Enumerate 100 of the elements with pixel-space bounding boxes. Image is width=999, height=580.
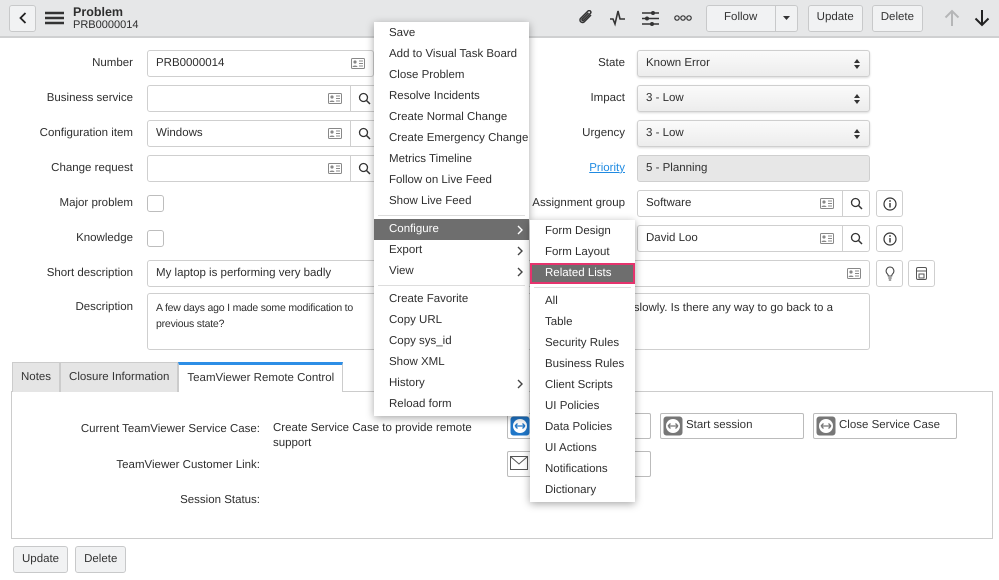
description-text: A few days ago I made some modification to previous state? bbox=[156, 301, 354, 332]
menu-item[interactable]: Client Scripts bbox=[530, 375, 635, 396]
menu-item[interactable]: Security Rules bbox=[530, 333, 635, 354]
field-label: Business service bbox=[46, 90, 133, 106]
menu-item[interactable]: Data Policies bbox=[530, 417, 635, 438]
menu-item[interactable]: Copy sys_id bbox=[374, 331, 529, 352]
field-value: My laptop is performing very badly bbox=[156, 266, 332, 281]
menu-item[interactable]: Add to Visual Task Board bbox=[374, 44, 529, 65]
menu-item[interactable]: Configure bbox=[374, 219, 529, 240]
field-label: State bbox=[598, 56, 625, 69]
menu-item[interactable]: Create Favorite bbox=[374, 289, 529, 310]
menu-item[interactable]: Dictionary bbox=[530, 480, 635, 501]
teamviewer-button[interactable]: Close Service Case bbox=[813, 413, 957, 439]
field-value: David Loo bbox=[646, 230, 698, 246]
reference-icon[interactable] bbox=[820, 197, 834, 210]
select-field[interactable]: Known Error bbox=[637, 50, 870, 77]
select-arrows-icon bbox=[853, 58, 861, 68]
field-label-link[interactable]: Priority bbox=[589, 162, 625, 174]
menu-item[interactable]: Reload form bbox=[374, 394, 529, 415]
reference-field[interactable] bbox=[147, 155, 351, 182]
menu-item[interactable]: Related Lists bbox=[530, 263, 635, 284]
search-button[interactable] bbox=[843, 225, 870, 252]
select-field[interactable]: 3 - Low bbox=[637, 120, 870, 147]
info-button[interactable] bbox=[876, 190, 903, 217]
reference-icon[interactable] bbox=[328, 92, 342, 105]
menu-item[interactable]: Business Rules bbox=[530, 354, 635, 375]
reference-field[interactable]: Windows bbox=[147, 120, 351, 147]
activity-icon[interactable] bbox=[610, 10, 628, 26]
reference-field[interactable]: Software bbox=[637, 190, 843, 217]
menu-item[interactable]: Notifications bbox=[530, 459, 635, 480]
field-value: 3 - Low bbox=[646, 126, 684, 141]
search-icon bbox=[850, 197, 862, 210]
field-value: 3 - Low bbox=[646, 90, 684, 106]
info-icon bbox=[882, 196, 896, 210]
update-button[interactable]: Update bbox=[13, 546, 68, 573]
record-number: PRB0000014 bbox=[73, 18, 138, 30]
menu-item[interactable]: UI Actions bbox=[530, 438, 635, 459]
search-icon bbox=[358, 162, 370, 175]
field-label: Session Status: bbox=[179, 493, 260, 508]
menu-item[interactable]: Export bbox=[374, 240, 529, 261]
field-value: PRB0000014 bbox=[156, 56, 224, 71]
info-button[interactable] bbox=[876, 225, 903, 252]
field-label: Change request bbox=[50, 160, 133, 176]
reference-field[interactable]: David Loo bbox=[637, 225, 843, 252]
template-button[interactable] bbox=[908, 260, 935, 287]
reference-icon[interactable] bbox=[820, 232, 834, 245]
select-field[interactable]: 3 - Low bbox=[637, 85, 870, 112]
field-value: 5 - Planning bbox=[646, 160, 708, 176]
select-arrows-icon bbox=[853, 128, 861, 138]
field-value: Create Service Case to provide remote support bbox=[273, 421, 473, 451]
menu-item[interactable]: Show Live Feed bbox=[374, 191, 529, 212]
teamviewer-button[interactable]: Start session bbox=[660, 413, 804, 439]
lightbulb-icon bbox=[884, 266, 894, 281]
down-arrow-icon[interactable] bbox=[974, 9, 990, 27]
field-label: Description bbox=[74, 300, 133, 315]
reference-icon[interactable] bbox=[328, 127, 342, 140]
menu-item[interactable]: Close Problem bbox=[374, 65, 529, 86]
menu-item[interactable]: Follow on Live Feed bbox=[374, 170, 529, 191]
follow-dropdown-button[interactable] bbox=[776, 4, 798, 32]
reference-field[interactable] bbox=[147, 85, 351, 112]
suggestion-button[interactable] bbox=[876, 260, 903, 287]
menu-item[interactable]: Save bbox=[374, 23, 529, 44]
menu-item[interactable]: Table bbox=[530, 312, 635, 333]
menu-item[interactable]: Metrics Timeline bbox=[374, 149, 529, 170]
checkbox[interactable] bbox=[147, 195, 164, 212]
menu-item[interactable]: History bbox=[374, 373, 529, 394]
field-label: Impact bbox=[590, 92, 625, 104]
search-button[interactable] bbox=[843, 190, 870, 217]
reference-icon[interactable] bbox=[328, 162, 342, 175]
description-text: slowly. Is there any way to go back to a bbox=[634, 301, 833, 316]
menu-item[interactable]: View bbox=[374, 261, 529, 282]
header-button[interactable]: Update bbox=[808, 4, 863, 32]
checkbox[interactable] bbox=[147, 230, 164, 247]
reference-icon[interactable] bbox=[847, 267, 861, 280]
follow-button[interactable]: Follow bbox=[706, 4, 776, 32]
menu-icon[interactable] bbox=[45, 11, 64, 25]
reference-icon[interactable] bbox=[351, 57, 365, 70]
field-value: Software bbox=[646, 196, 692, 211]
menu-item[interactable]: Resolve Incidents bbox=[374, 86, 529, 107]
tab[interactable]: Notes bbox=[12, 362, 60, 392]
search-icon bbox=[850, 232, 862, 245]
back-button[interactable] bbox=[9, 4, 36, 32]
menu-item[interactable]: Form Layout bbox=[530, 242, 635, 263]
sliders-icon[interactable] bbox=[642, 10, 660, 26]
menu-item[interactable]: Create Emergency Change bbox=[374, 128, 529, 149]
tab[interactable]: Closure Information bbox=[60, 362, 178, 392]
menu-item[interactable]: UI Policies bbox=[530, 396, 635, 417]
menu-item[interactable]: Form Design bbox=[530, 221, 635, 242]
tab[interactable]: TeamViewer Remote Control bbox=[178, 362, 344, 392]
field-label: Configuration item bbox=[38, 126, 133, 141]
text-field[interactable]: PRB0000014 bbox=[147, 50, 374, 77]
menu-item[interactable]: Create Normal Change bbox=[374, 107, 529, 128]
menu-item[interactable]: All bbox=[530, 291, 635, 312]
template-icon bbox=[916, 267, 927, 280]
search-icon bbox=[358, 92, 370, 105]
header-button[interactable]: Delete bbox=[872, 4, 923, 32]
info-icon bbox=[882, 232, 896, 246]
delete-button[interactable]: Delete bbox=[75, 546, 126, 573]
menu-item[interactable]: Show XML bbox=[374, 352, 529, 373]
menu-item[interactable]: Copy URL bbox=[374, 310, 529, 331]
